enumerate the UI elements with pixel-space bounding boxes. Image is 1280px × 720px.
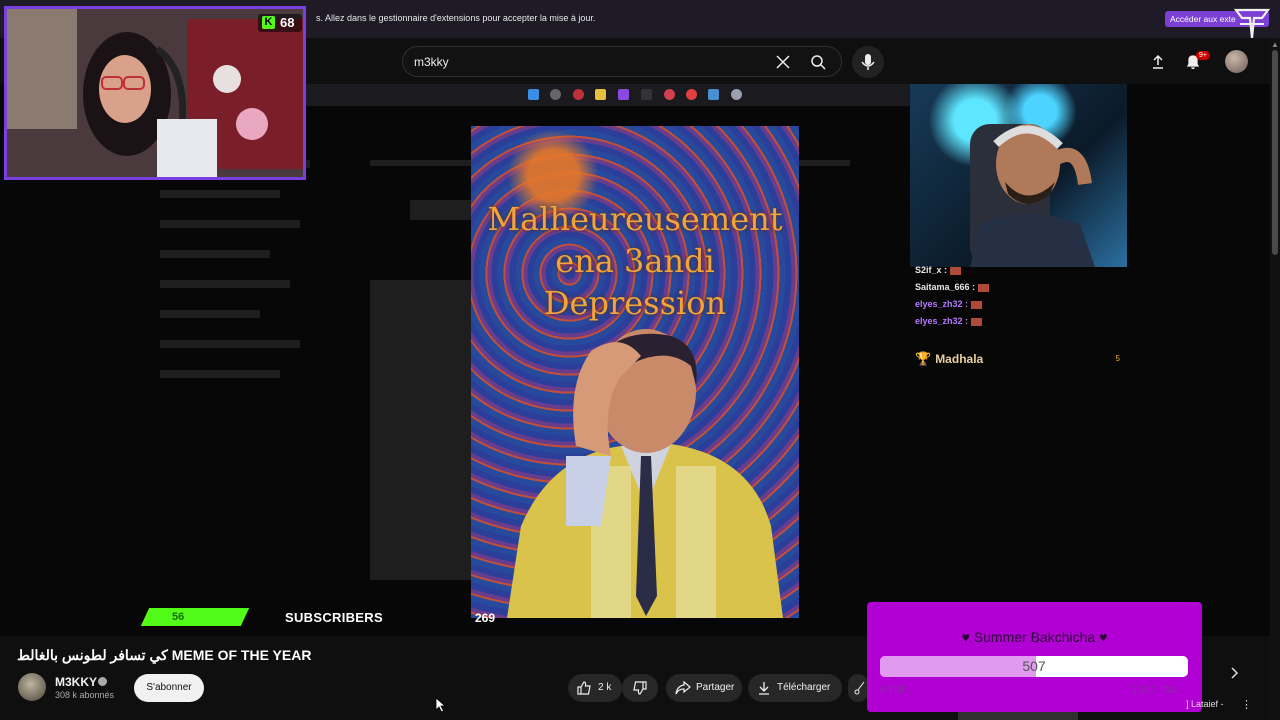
chat-username: elyes_zh32 : [915,316,969,326]
meme-caption-line-3: Depression [543,284,727,322]
upload-icon[interactable] [1150,54,1166,70]
recommended-video-title[interactable]: ] Lataief - [1186,699,1224,709]
chat-message: elyes_zh32 : [915,313,1135,330]
viewer-count: 68 [280,15,295,30]
microphone-icon [861,54,875,70]
reaction-facecam [910,84,1127,267]
streamer-facecam [4,6,306,180]
notification-badge: 9+ [1196,51,1210,60]
kick-logo-icon: K [262,16,275,29]
chat-message: S2if_x : [915,262,1135,279]
recommended-video-thumbnail[interactable] [958,712,1078,720]
search-query-text: m3kky [414,55,449,69]
chat-message: elyes_zh32 : [915,296,1135,313]
emote-icon [978,283,990,292]
taskbar-terminal-icon [641,89,652,100]
chat-username: elyes_zh32 : [915,299,969,309]
top-supporter-count: 5 [1115,354,1120,363]
donation-max-label: 1 000 TND [1131,685,1180,696]
subscriber-goal-label: SUBSCRIBERS [285,610,383,625]
emote-icon [971,317,983,326]
verified-check-icon [98,677,107,686]
donation-amount: 507 [1022,658,1046,674]
taskbar-steam-icon [708,89,719,100]
download-button[interactable]: Télécharger [748,674,842,702]
scissors-icon [854,681,865,695]
taskbar-settings-icon [731,89,742,100]
chat-username: S2if_x : [915,265,948,275]
trophy-icon: 🏆 [915,351,932,366]
download-label: Télécharger [777,682,831,693]
like-count: 2 k [598,682,612,693]
taskbar-folder-icon [595,89,606,100]
taskbar-chrome-icon [686,89,697,100]
mouse-cursor-icon [435,697,447,713]
meme-caption: Malheureusement ena 3andi Depression [471,198,799,324]
chat-username: Saitama_666 : [915,282,976,292]
share-label: Partager [696,682,735,693]
dislike-button[interactable] [622,674,658,702]
chevron-right-icon[interactable] [1228,667,1240,679]
clip-button[interactable] [848,674,868,702]
subscribe-button[interactable]: S'abonner [134,674,204,702]
subscriber-goal-target: 269 [475,611,496,625]
thumbs-up-icon [577,681,591,695]
download-icon [759,682,769,695]
chat-overlay: S2if_x : Saitama_666 : elyes_zh32 : elye… [915,262,1135,330]
top-supporter: 🏆 Madhala 5 [915,350,1120,368]
windows-start-icon [528,89,539,100]
thumbs-down-icon [633,681,647,695]
streamer-webcam-feed [7,9,303,177]
account-avatar[interactable] [1225,50,1248,73]
share-button[interactable]: Partager [666,674,742,702]
extension-update-message: s. Allez dans le gestionnaire d'extensio… [316,13,596,23]
share-icon [675,681,691,695]
reaction-webcam-feed [970,124,1095,267]
taskbar-search-icon [550,89,561,100]
voice-search-button[interactable] [852,46,884,78]
channel-subscriber-count: 308 k abonnés [55,690,115,700]
captured-taskbar [305,84,910,106]
more-options-icon[interactable]: ⋮ [1241,698,1252,711]
taskbar-pin-icon [664,89,675,100]
video-title: كي تسافر لطونس بالغالط MEME OF THE YEAR [17,647,312,663]
meme-caption-line-2: ena 3andi [555,242,715,280]
donation-min-label: 0 TND [880,685,909,696]
chat-message: Saitama_666 : [915,279,1135,296]
taskbar-opera-icon [573,89,584,100]
emote-icon [971,300,983,309]
meme-caption-line-1: Malheureusement [487,200,783,238]
scrollbar-thumb[interactable] [1272,50,1278,255]
subscriber-goal-bar [140,608,250,626]
close-icon[interactable] [775,54,791,70]
subscriber-goal-current: 56 [172,611,185,623]
search-icon[interactable] [810,54,826,70]
channel-name[interactable]: M3KKY [55,675,97,689]
channel-avatar[interactable] [18,673,46,701]
emote-icon [950,266,962,275]
donation-goal-title: ♥ Summer Bakchicha ♥ [961,629,1108,645]
top-supporter-name: Madhala [935,352,984,366]
taskbar-app-icon [618,89,629,100]
like-button[interactable]: 2 k [568,674,622,702]
scroll-up-icon[interactable]: ▲ [1271,40,1279,49]
